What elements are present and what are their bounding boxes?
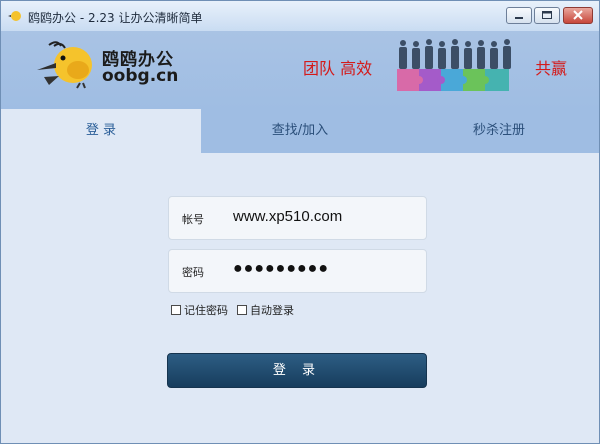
- maximize-button[interactable]: [534, 7, 560, 24]
- password-label: 密码: [182, 266, 204, 279]
- banner: 鸥鸥办公 oobg.cn 团队 高效 共赢: [1, 31, 599, 109]
- tab-login[interactable]: 登 录: [1, 109, 201, 153]
- tab-quick-register[interactable]: 秒杀注册: [399, 109, 599, 153]
- close-icon: [573, 10, 583, 20]
- account-field[interactable]: 帐号: [168, 196, 427, 240]
- auto-login-label: 自动登录: [250, 304, 294, 317]
- password-field[interactable]: 密码 ●●●●●●●●●: [168, 249, 427, 293]
- checkbox-unchecked-icon[interactable]: [171, 305, 181, 315]
- maximize-icon: [542, 11, 552, 19]
- auto-login-checkbox[interactable]: 自动登录: [237, 302, 294, 318]
- window-title: 鸥鸥办公 - 2.23 让办公清晰简单: [28, 11, 203, 25]
- remember-password-label: 记住密码: [184, 304, 228, 317]
- logo-bird-icon: [37, 41, 92, 89]
- slogan-left: 团队 高效: [303, 59, 373, 78]
- team-puzzle-illustration: [397, 39, 511, 91]
- account-label: 帐号: [182, 213, 204, 226]
- slogan-right: 共赢: [535, 59, 568, 78]
- close-button[interactable]: [563, 7, 593, 24]
- checkbox-unchecked-icon[interactable]: [237, 305, 247, 315]
- title-bar[interactable]: 鸥鸥办公 - 2.23 让办公清晰简单: [1, 1, 599, 31]
- tab-bar: 登 录 查找/加入 秒杀注册: [1, 109, 599, 153]
- tab-find-join[interactable]: 查找/加入: [201, 109, 399, 153]
- password-input[interactable]: ●●●●●●●●●: [233, 260, 413, 278]
- minimize-button[interactable]: [506, 7, 532, 24]
- app-bird-icon: [8, 11, 21, 21]
- login-window: 鸥鸥办公 - 2.23 让办公清晰简单 鸥鸥办公 oobg.cn 团队 高效 共…: [0, 0, 600, 444]
- login-button[interactable]: 登 录: [167, 353, 427, 388]
- logo-domain-text: oobg.cn: [102, 66, 179, 86]
- account-input[interactable]: [233, 208, 413, 225]
- minimize-icon: [515, 17, 523, 19]
- remember-password-checkbox[interactable]: 记住密码: [171, 302, 228, 318]
